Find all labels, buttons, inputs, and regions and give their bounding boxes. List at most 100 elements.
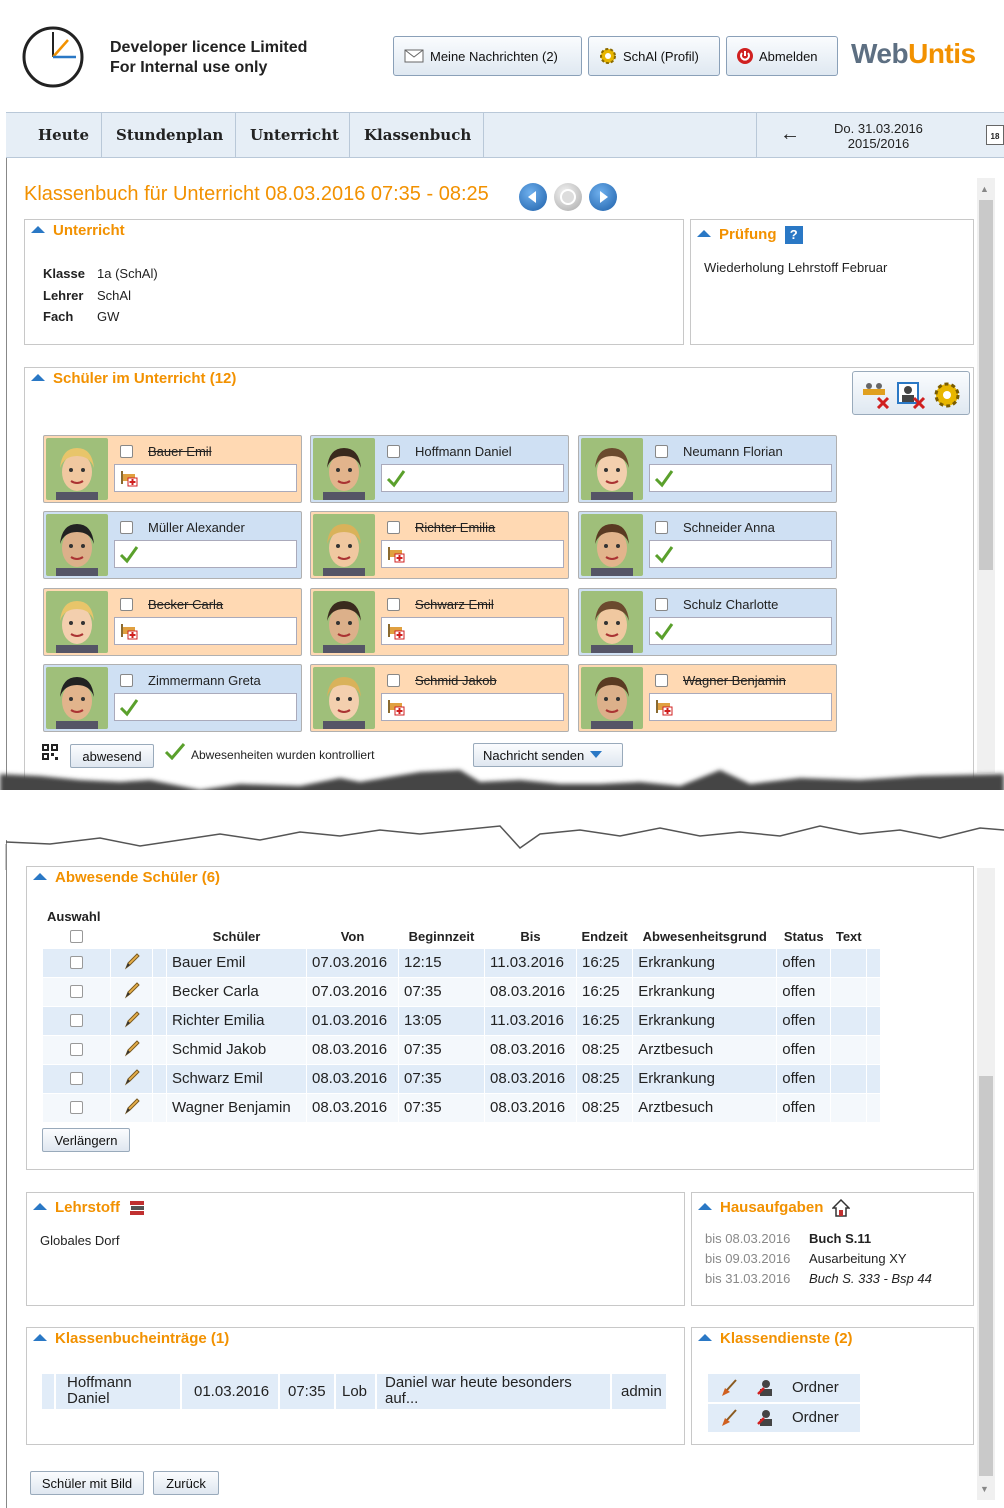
row-select[interactable] bbox=[42, 1092, 111, 1123]
dienst-row[interactable]: Ordner bbox=[708, 1374, 860, 1402]
hausaufgaben-title[interactable]: Hausaufgaben bbox=[698, 1198, 851, 1217]
students-with-picture-button[interactable]: Schüler mit Bild bbox=[30, 1471, 144, 1495]
row-select[interactable] bbox=[42, 976, 111, 1007]
nav-heute[interactable]: Heute bbox=[24, 113, 102, 158]
student-status-box[interactable] bbox=[649, 540, 832, 568]
student-card[interactable]: Schneider Anna bbox=[578, 511, 837, 579]
abwesende-title[interactable]: Abwesende Schüler (6) bbox=[33, 869, 220, 886]
row-select[interactable] bbox=[42, 1034, 111, 1065]
student-checkbox[interactable] bbox=[387, 598, 400, 611]
student-status-box[interactable] bbox=[381, 617, 564, 645]
student-card[interactable]: Richter Emilia bbox=[310, 511, 569, 579]
student-status-box[interactable] bbox=[114, 464, 297, 492]
student-card[interactable]: Wagner Benjamin bbox=[578, 664, 837, 732]
absence-row[interactable]: Schwarz Emil 08.03.2016 07:35 08.03.2016 08:… bbox=[42, 1063, 882, 1094]
nav-unterricht[interactable]: Unterricht bbox=[236, 113, 350, 158]
profile-button[interactable]: SchAl (Profil) bbox=[588, 36, 720, 76]
student-card[interactable]: Schmid Jakob bbox=[310, 664, 569, 732]
scrollbar-thumb-lower[interactable] bbox=[979, 1076, 993, 1476]
row-checkbox[interactable] bbox=[70, 1072, 83, 1085]
edit-cell[interactable] bbox=[110, 1005, 153, 1036]
row-checkbox[interactable] bbox=[70, 985, 83, 998]
student-checkbox[interactable] bbox=[120, 445, 133, 458]
nav-stundenplan[interactable]: Stundenplan bbox=[102, 113, 236, 158]
student-card[interactable]: Bauer Emil bbox=[43, 435, 302, 503]
dienste-title[interactable]: Klassendienste (2) bbox=[698, 1330, 853, 1347]
student-status-box[interactable] bbox=[649, 617, 832, 645]
settings-gear-icon[interactable] bbox=[933, 381, 961, 409]
student-checkbox[interactable] bbox=[655, 445, 668, 458]
edit-cell[interactable] bbox=[110, 947, 153, 978]
messages-button[interactable]: Meine Nachrichten (2) bbox=[393, 36, 582, 76]
student-checkbox[interactable] bbox=[655, 674, 668, 687]
entry-row[interactable]: Hoffmann Daniel 01.03.2016 07:35 Lob Dani… bbox=[42, 1374, 666, 1409]
student-status-box[interactable] bbox=[649, 464, 832, 492]
student-status-box[interactable] bbox=[381, 464, 564, 492]
schueler-title[interactable]: Schüler im Unterricht (12) bbox=[31, 370, 236, 387]
pruefung-title[interactable]: Prüfung ? bbox=[697, 226, 803, 244]
student-status-box[interactable] bbox=[381, 540, 564, 568]
row-checkbox[interactable] bbox=[70, 956, 83, 969]
eintraege-title[interactable]: Klassenbucheinträge (1) bbox=[33, 1330, 229, 1347]
select-all-checkbox[interactable] bbox=[70, 930, 83, 944]
row-checkbox[interactable] bbox=[70, 1043, 83, 1056]
seating-plan-icon[interactable] bbox=[861, 381, 891, 409]
student-status-box[interactable] bbox=[114, 617, 297, 645]
student-checkbox[interactable] bbox=[655, 521, 668, 534]
student-status-box[interactable] bbox=[114, 540, 297, 568]
edit-cell[interactable] bbox=[110, 1034, 153, 1065]
klasse-row: Klasse 1a (SchAl) bbox=[43, 266, 158, 281]
student-checkbox[interactable] bbox=[387, 445, 400, 458]
edit-cell[interactable] bbox=[110, 1063, 153, 1094]
extend-button[interactable]: Verlängern bbox=[42, 1128, 130, 1152]
student-checkbox[interactable] bbox=[120, 674, 133, 687]
student-checkbox[interactable] bbox=[387, 521, 400, 534]
absence-row[interactable]: Bauer Emil 07.03.2016 12:15 11.03.2016 16:25… bbox=[42, 947, 882, 978]
next-lesson-button[interactable] bbox=[589, 183, 617, 211]
scrollbar-thumb[interactable] bbox=[979, 200, 993, 570]
calendar-icon[interactable]: 18 bbox=[986, 125, 1004, 145]
unterricht-title[interactable]: Unterricht bbox=[31, 222, 125, 239]
back-arrow-icon[interactable]: ← bbox=[780, 123, 800, 146]
lehrstoff-title[interactable]: Lehrstoff bbox=[33, 1199, 146, 1217]
student-card[interactable]: Zimmermann Greta bbox=[43, 664, 302, 732]
student-checkbox[interactable] bbox=[120, 521, 133, 534]
student-status-box[interactable] bbox=[381, 693, 564, 721]
absence-row[interactable]: Richter Emilia 01.03.2016 13:05 11.03.2016 1… bbox=[42, 1005, 882, 1036]
homework-item[interactable]: bis 09.03.2016 Ausarbeitung XY bbox=[705, 1249, 932, 1269]
nav-klassenbuch[interactable]: Klassenbuch bbox=[350, 113, 484, 158]
student-checkbox[interactable] bbox=[387, 674, 400, 687]
homework-item[interactable]: bis 31.03.2016 Buch S. 333 - Bsp 44 bbox=[705, 1269, 932, 1289]
row-checkbox[interactable] bbox=[70, 1014, 83, 1027]
student-card[interactable]: Schwarz Emil bbox=[310, 588, 569, 656]
row-checkbox[interactable] bbox=[70, 1101, 83, 1114]
edit-cell[interactable] bbox=[110, 976, 153, 1007]
scroll-up-icon[interactable]: ▲ bbox=[980, 184, 989, 194]
absence-row[interactable]: Schmid Jakob 08.03.2016 07:35 08.03.2016 08:… bbox=[42, 1034, 882, 1065]
student-card[interactable]: Schulz Charlotte bbox=[578, 588, 837, 656]
student-status-box[interactable] bbox=[114, 693, 297, 721]
row-select[interactable] bbox=[42, 1005, 111, 1036]
student-card[interactable]: Neumann Florian bbox=[578, 435, 837, 503]
student-card[interactable]: Hoffmann Daniel bbox=[310, 435, 569, 503]
previous-lesson-button[interactable] bbox=[519, 183, 547, 211]
row-select[interactable] bbox=[42, 1063, 111, 1094]
student-status-box[interactable] bbox=[649, 693, 832, 721]
student-card[interactable]: Müller Alexander bbox=[43, 511, 302, 579]
student-absent-icon[interactable] bbox=[897, 381, 927, 409]
student-checkbox[interactable] bbox=[120, 598, 133, 611]
student-checkbox[interactable] bbox=[655, 598, 668, 611]
logout-button[interactable]: Abmelden bbox=[726, 36, 838, 76]
edit-cell[interactable] bbox=[110, 1092, 153, 1123]
homework-item[interactable]: bis 08.03.2016 Buch S.11 bbox=[705, 1229, 932, 1249]
row-select[interactable] bbox=[42, 947, 111, 978]
help-icon[interactable]: ? bbox=[784, 226, 803, 244]
qr-icon[interactable] bbox=[42, 744, 58, 760]
dienst-row[interactable]: Ordner bbox=[708, 1404, 860, 1432]
back-button[interactable]: Zurück bbox=[153, 1471, 219, 1495]
absence-row[interactable]: Becker Carla 07.03.2016 07:35 08.03.2016 16:… bbox=[42, 976, 882, 1007]
current-lesson-button[interactable] bbox=[554, 183, 582, 211]
absence-row[interactable]: Wagner Benjamin 08.03.2016 07:35 08.03.2016… bbox=[42, 1092, 882, 1123]
scroll-down-icon[interactable]: ▼ bbox=[980, 1484, 989, 1494]
student-card[interactable]: Becker Carla bbox=[43, 588, 302, 656]
